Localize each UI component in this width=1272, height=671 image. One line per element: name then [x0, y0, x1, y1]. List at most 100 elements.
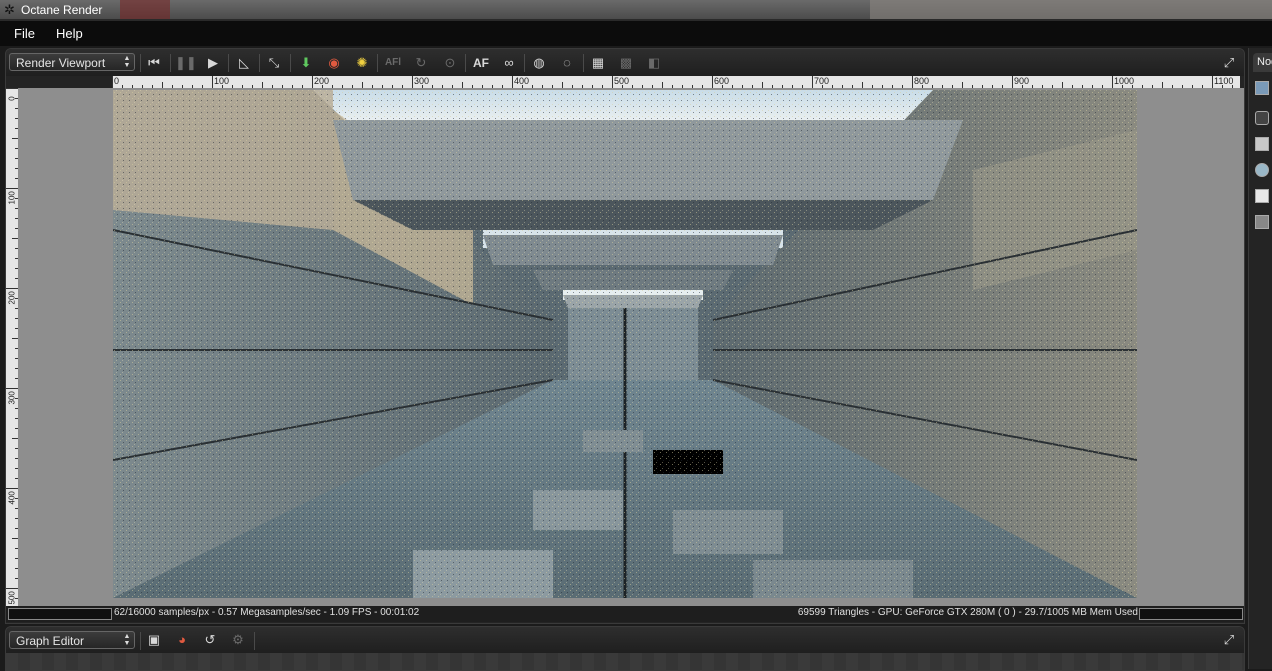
toolbar-separator	[254, 632, 255, 650]
render-viewport-panel: Render Viewport ▲ ▼ ⏮ ❚❚ ▶ ◺ ⤡ ⬇ ◉ ✺ AFl …	[5, 48, 1245, 624]
texture-node-icon[interactable]	[1255, 215, 1269, 229]
ruler-label: 700	[814, 76, 830, 86]
ruler-label: 300	[414, 76, 430, 86]
ruler-tick	[212, 76, 213, 88]
save-graph-icon[interactable]: ▣	[144, 630, 164, 650]
play-icon[interactable]: ▶	[203, 53, 223, 73]
camera-node-icon[interactable]	[1255, 111, 1269, 125]
ruler-label: 400	[514, 76, 530, 86]
ruler-label: 200	[7, 291, 17, 305]
toolbar-separator	[228, 54, 229, 72]
toolbar-separator	[465, 54, 466, 72]
nodes-tab[interactable]: Nodes	[1253, 53, 1272, 72]
render-canvas[interactable]	[18, 88, 1244, 608]
background-icon[interactable]: ▦	[588, 53, 608, 73]
updown-arrows-icon: ▲ ▼	[123, 55, 131, 69]
maximize-icon[interactable]: ⤢	[1219, 630, 1239, 650]
menu-bar: File Help	[0, 21, 1272, 46]
ruler-label: 400	[7, 491, 17, 505]
toolbar-separator	[259, 54, 260, 72]
nodes-panel: Nodes	[1248, 48, 1272, 669]
toolbar-separator	[524, 54, 525, 72]
pick-focus-icon[interactable]: ◺	[234, 53, 254, 73]
maximize-icon[interactable]: ⤢	[1219, 53, 1239, 73]
rotate-icon[interactable]: ↻	[411, 53, 431, 73]
color-picker-icon[interactable]: ◉	[324, 53, 344, 73]
checker-icon[interactable]: ▩	[616, 53, 636, 73]
ruler-tick	[6, 88, 18, 89]
ruler-tick	[812, 76, 813, 88]
clear-region-icon[interactable]: ◌	[557, 53, 577, 73]
pause-icon[interactable]: ❚❚	[175, 53, 197, 73]
ruler-tick	[6, 588, 18, 589]
toolbar-separator	[583, 54, 584, 72]
menu-file[interactable]: File	[14, 26, 35, 41]
viewport-mode-label: Render Viewport	[16, 56, 106, 70]
toolbar-separator	[170, 54, 171, 72]
ruler-label: 900	[1014, 76, 1030, 86]
ruler-tick	[712, 76, 713, 88]
reload-graph-icon[interactable]: ↺	[200, 630, 220, 650]
fit-icon[interactable]: ⤡	[264, 53, 284, 73]
ruler-tick	[6, 388, 18, 389]
render-image	[113, 90, 1137, 598]
toolbar-separator	[290, 54, 291, 72]
zoom-icon[interactable]: ⊙	[440, 53, 460, 73]
ruler-label: 1100	[1214, 76, 1234, 86]
window-title: Octane Render	[21, 3, 103, 17]
gpu-stats: 69599 Triangles - GPU: GeForce GTX 280M …	[797, 607, 1138, 618]
ruler-tick	[6, 488, 18, 489]
ruler-tick	[312, 76, 313, 88]
ruler-label: 100	[7, 191, 17, 205]
ruler-tick	[112, 76, 113, 88]
af-small-icon[interactable]: AFl	[383, 53, 403, 73]
graph-editor-mode-label: Graph Editor	[16, 634, 85, 648]
ruler-label: 200	[314, 76, 330, 86]
light-icon[interactable]: ✺	[352, 53, 372, 73]
toolbar-separator	[377, 54, 378, 72]
ruler-tick	[6, 188, 18, 189]
settings-graph-icon[interactable]: ⚙	[228, 630, 248, 650]
region-icon[interactable]: ◍	[529, 53, 549, 73]
environment-node-icon[interactable]	[1255, 189, 1269, 203]
octane-app-icon: ✲	[4, 2, 15, 17]
graph-editor-panel: Graph Editor ▲ ▼ ▣ ◕ ↺ ⚙ ⤢	[5, 626, 1245, 671]
image-node-icon[interactable]	[1255, 81, 1269, 95]
toolbar-separator	[140, 54, 141, 72]
stereo-icon[interactable]: ∞	[499, 53, 519, 73]
ruler-tick	[412, 76, 413, 88]
graph-editor-canvas[interactable]	[6, 653, 1244, 670]
ruler-tick	[1112, 76, 1113, 88]
graph-editor-mode-select[interactable]: Graph Editor ▲ ▼	[9, 631, 135, 649]
render-progress-bar	[8, 608, 112, 620]
ruler-label: 300	[7, 391, 17, 405]
ruler-tick	[512, 76, 513, 88]
horizontal-ruler: 0 100 200 300 400 500 600 700 800 900 1000 1100	[112, 76, 1240, 88]
viewport-mode-select[interactable]: Render Viewport ▲ ▼	[9, 53, 135, 71]
title-bar: ✲ Octane Render	[0, 0, 1272, 21]
graph-editor-toolbar: Graph Editor ▲ ▼ ▣ ◕ ↺ ⚙ ⤢	[6, 627, 1244, 653]
background-strip	[870, 0, 1272, 20]
ruler-tick	[912, 76, 913, 88]
material-node-icon[interactable]	[1255, 163, 1269, 177]
ruler-label: 800	[914, 76, 930, 86]
ruler-label: 0	[114, 76, 120, 86]
rewind-icon[interactable]: ⏮	[144, 53, 164, 73]
checker-alpha-icon[interactable]: ◧	[644, 53, 664, 73]
ruler-label: 600	[714, 76, 730, 86]
vertical-ruler: 0 100 200 300 400 500	[6, 88, 18, 608]
af-icon[interactable]: AF	[471, 53, 491, 73]
ruler-tick	[6, 288, 18, 289]
viewport-status-bar: 62/16000 samples/px - 0.57 Megasamples/s…	[6, 606, 1244, 622]
menu-help[interactable]: Help	[56, 26, 83, 41]
ruler-label: 500	[614, 76, 630, 86]
toolbar-separator	[140, 632, 141, 650]
memory-progress-bar	[1139, 608, 1243, 620]
updown-arrows-icon: ▲ ▼	[123, 633, 131, 647]
load-render-icon[interactable]: ⬇	[296, 53, 316, 73]
delete-graph-icon[interactable]: ◕	[172, 630, 192, 650]
film-node-icon[interactable]	[1255, 137, 1269, 151]
ruler-tick	[612, 76, 613, 88]
viewport-toolbar: Render Viewport ▲ ▼ ⏮ ❚❚ ▶ ◺ ⤡ ⬇ ◉ ✺ AFl …	[6, 49, 1244, 76]
ruler-label: 500	[7, 591, 17, 605]
